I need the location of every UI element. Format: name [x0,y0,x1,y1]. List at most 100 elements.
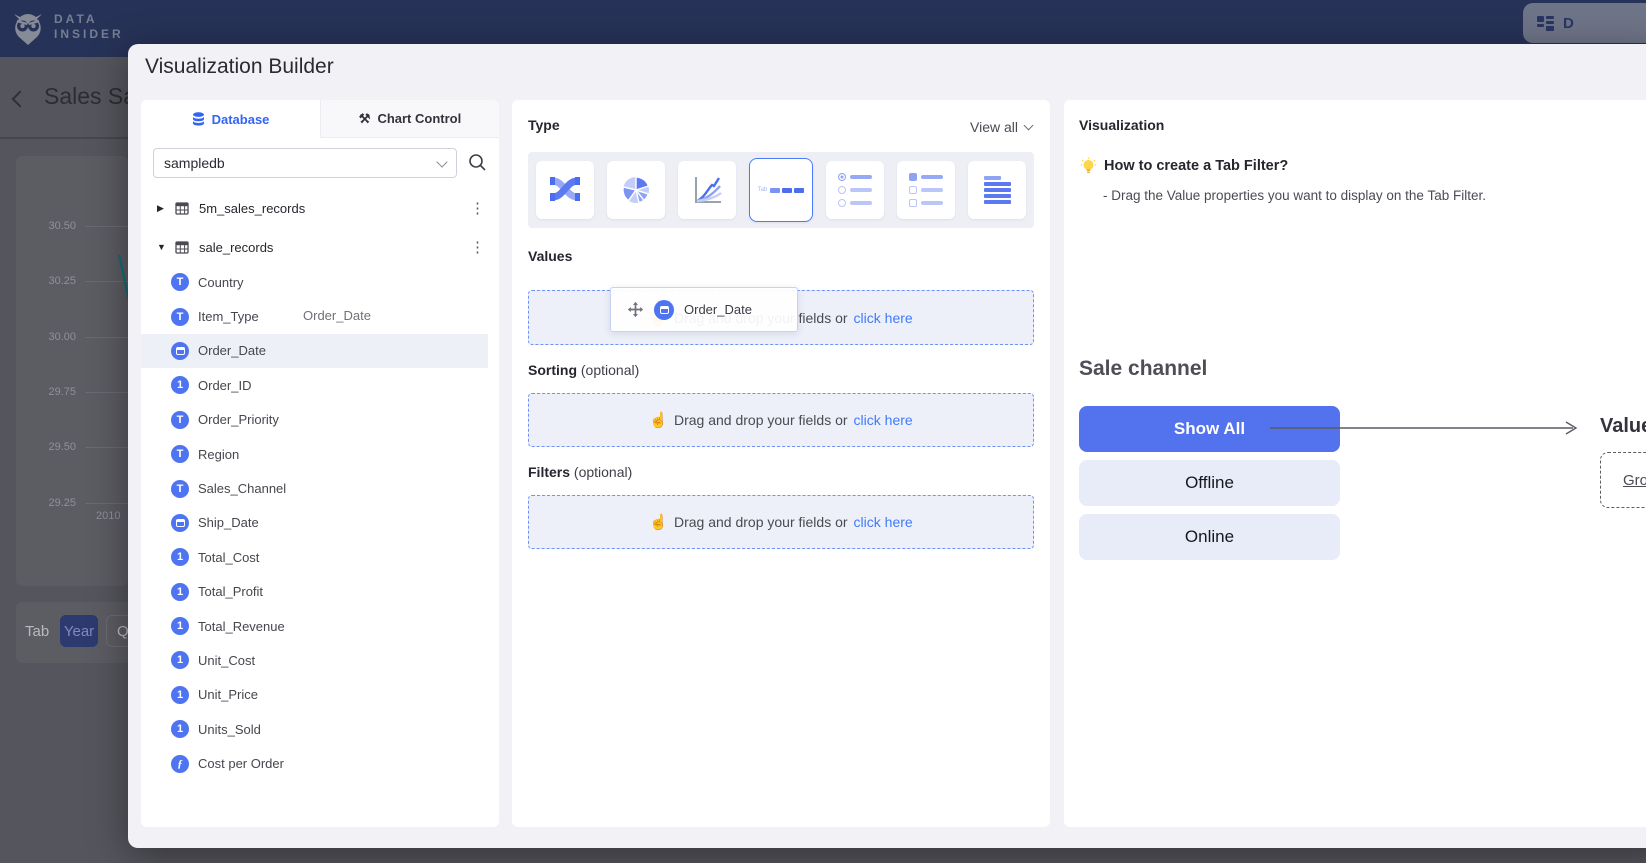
line-series [16,156,128,586]
tools-icon: ⚒ [359,111,371,127]
field-label: Order_Date [198,343,266,358]
field-row-highlighted[interactable]: Order_Date [141,334,488,368]
dropzone-click-here-link[interactable]: click here [854,310,913,326]
option-offline-button[interactable]: Offline [1079,460,1340,506]
table-grid-icon [175,202,189,215]
tip-body: - Drag the Value properties you want to … [1103,188,1486,203]
chart-type-tab-filter[interactable]: Tab [749,158,813,222]
field-row[interactable]: 1 Total_Cost [141,540,488,574]
tab-database-label: Database [212,112,270,127]
number-field-icon: 1 [171,548,189,566]
chart-type-sankey[interactable] [536,161,594,219]
formula-field-icon: ƒ [171,755,189,773]
dragging-field-chip[interactable]: Order_Date [610,287,798,332]
period-tab-year[interactable]: Year [60,615,98,647]
caret-right-icon[interactable]: ▶ [157,203,167,214]
sorting-dropzone[interactable]: ☝ Drag and drop your fields or click her… [528,393,1034,447]
table-name: 5m_sales_records [199,201,305,216]
screen: DATA INSIDER D Sales Sa 30.50 30.25 3 [0,0,1646,863]
back-icon[interactable] [12,91,29,108]
caret-down-icon[interactable]: ▼ [157,242,167,252]
text-field-icon: T [171,445,189,463]
number-field-icon: 1 [171,651,189,669]
datasource-select[interactable] [153,148,457,178]
table-row-sale-records[interactable]: ▼ sale_records ⋮ [141,230,499,264]
dropzone-click-here-link[interactable]: click here [854,412,913,428]
field-label: Cost per Order [198,756,284,771]
period-tabs-card: Tab Year Qu [16,602,136,663]
sorting-optional-label: (optional) [581,362,639,378]
chart-type-pie[interactable] [607,161,665,219]
text-field-icon: T [171,480,189,498]
field-list: T Country T Item_Type Order_Date 1 Order… [141,265,488,781]
field-row[interactable]: T Sales_Channel [141,471,488,505]
tip-title: How to create a Tab Filter? [1104,158,1288,174]
table-row-5m-sales-records[interactable]: ▶ 5m_sales_records ⋮ [141,191,499,225]
filters-label: Filters [528,464,570,480]
field-label: Unit_Price [198,687,258,702]
field-row[interactable]: Ship_Date [141,506,488,540]
chevron-down-icon [1024,121,1034,131]
option-online-button[interactable]: Online [1079,514,1340,560]
search-icon[interactable] [468,153,487,172]
chart-type-radio-list[interactable] [826,161,884,219]
move-icon [627,301,644,318]
drag-ghost-label: Order_Date [303,308,371,323]
database-icon [192,112,205,126]
chart-type-checkbox-list[interactable] [897,161,955,219]
sorting-label: Sorting [528,362,577,378]
line-chart-icon [690,173,724,207]
text-field-icon: T [171,411,189,429]
tab-database[interactable]: Database [141,100,320,138]
brand: DATA INSIDER [10,8,124,46]
chart-config-panel: Type View all [512,100,1050,827]
hand-pointer-icon: ☝ [649,513,668,531]
visualization-panel: Visualization How to create a Tab Filter… [1064,100,1646,827]
dashboard-button[interactable]: D [1523,3,1646,43]
field-label: Total_Revenue [198,619,285,634]
field-row[interactable]: 1 Total_Profit [141,575,488,609]
field-label: Item_Type [198,309,259,324]
annotation-group-box: Group [1600,452,1646,508]
brand-text: DATA INSIDER [54,12,124,42]
left-panel-tabs: Database ⚒ Chart Control [141,100,499,138]
period-tab-label[interactable]: Tab [25,623,49,640]
page-header: Sales Sa [0,57,128,139]
kebab-menu-icon[interactable]: ⋮ [470,199,485,217]
checkbox-list-icon [909,173,943,207]
dropzone-hint: Drag and drop your fields or [674,412,848,428]
view-all-dropdown[interactable]: View all [970,119,1032,135]
widget-title: Sale channel [1079,357,1207,381]
number-field-icon: 1 [171,583,189,601]
filters-section-label: Filters (optional) [528,464,632,480]
page-title: Sales Sa [44,83,136,110]
filters-dropzone[interactable]: ☝ Drag and drop your fields or click her… [528,495,1034,549]
type-section-label: Type [528,117,560,133]
number-field-icon: 1 [171,376,189,394]
field-row[interactable]: ƒ Cost per Order [141,746,488,780]
hand-pointer-icon: ☝ [649,411,668,429]
visualization-builder-modal: Visualization Builder Database ⚒ Chart C… [128,44,1646,848]
field-row[interactable]: 1 Unit_Price [141,678,488,712]
field-row[interactable]: 1 Units_Sold [141,712,488,746]
field-row[interactable]: 1 Order_ID [141,368,488,402]
field-label: Unit_Cost [198,653,255,668]
annotation-group-label: Group [1623,472,1646,489]
chart-type-table[interactable] [968,161,1026,219]
tab-filter-icon-word: Tab [758,187,768,193]
field-row[interactable]: 1 Total_Revenue [141,609,488,643]
tab-chart-control[interactable]: ⚒ Chart Control [320,100,499,138]
dropzone-click-here-link[interactable]: click here [854,514,913,530]
chart-type-line[interactable] [678,161,736,219]
lightbulb-icon [1080,157,1097,175]
field-row[interactable]: T Order_Priority [141,403,488,437]
annotation-value-label: Value [1600,415,1646,438]
field-row[interactable]: T Region [141,437,488,471]
sorting-section-label: Sorting (optional) [528,362,639,378]
field-row[interactable]: T Country [141,265,488,299]
field-row[interactable]: 1 Unit_Cost [141,643,488,677]
dashboard-layout-icon [1536,14,1555,33]
values-section-label: Values [528,248,572,264]
text-field-icon: T [171,273,189,291]
kebab-menu-icon[interactable]: ⋮ [470,238,485,256]
